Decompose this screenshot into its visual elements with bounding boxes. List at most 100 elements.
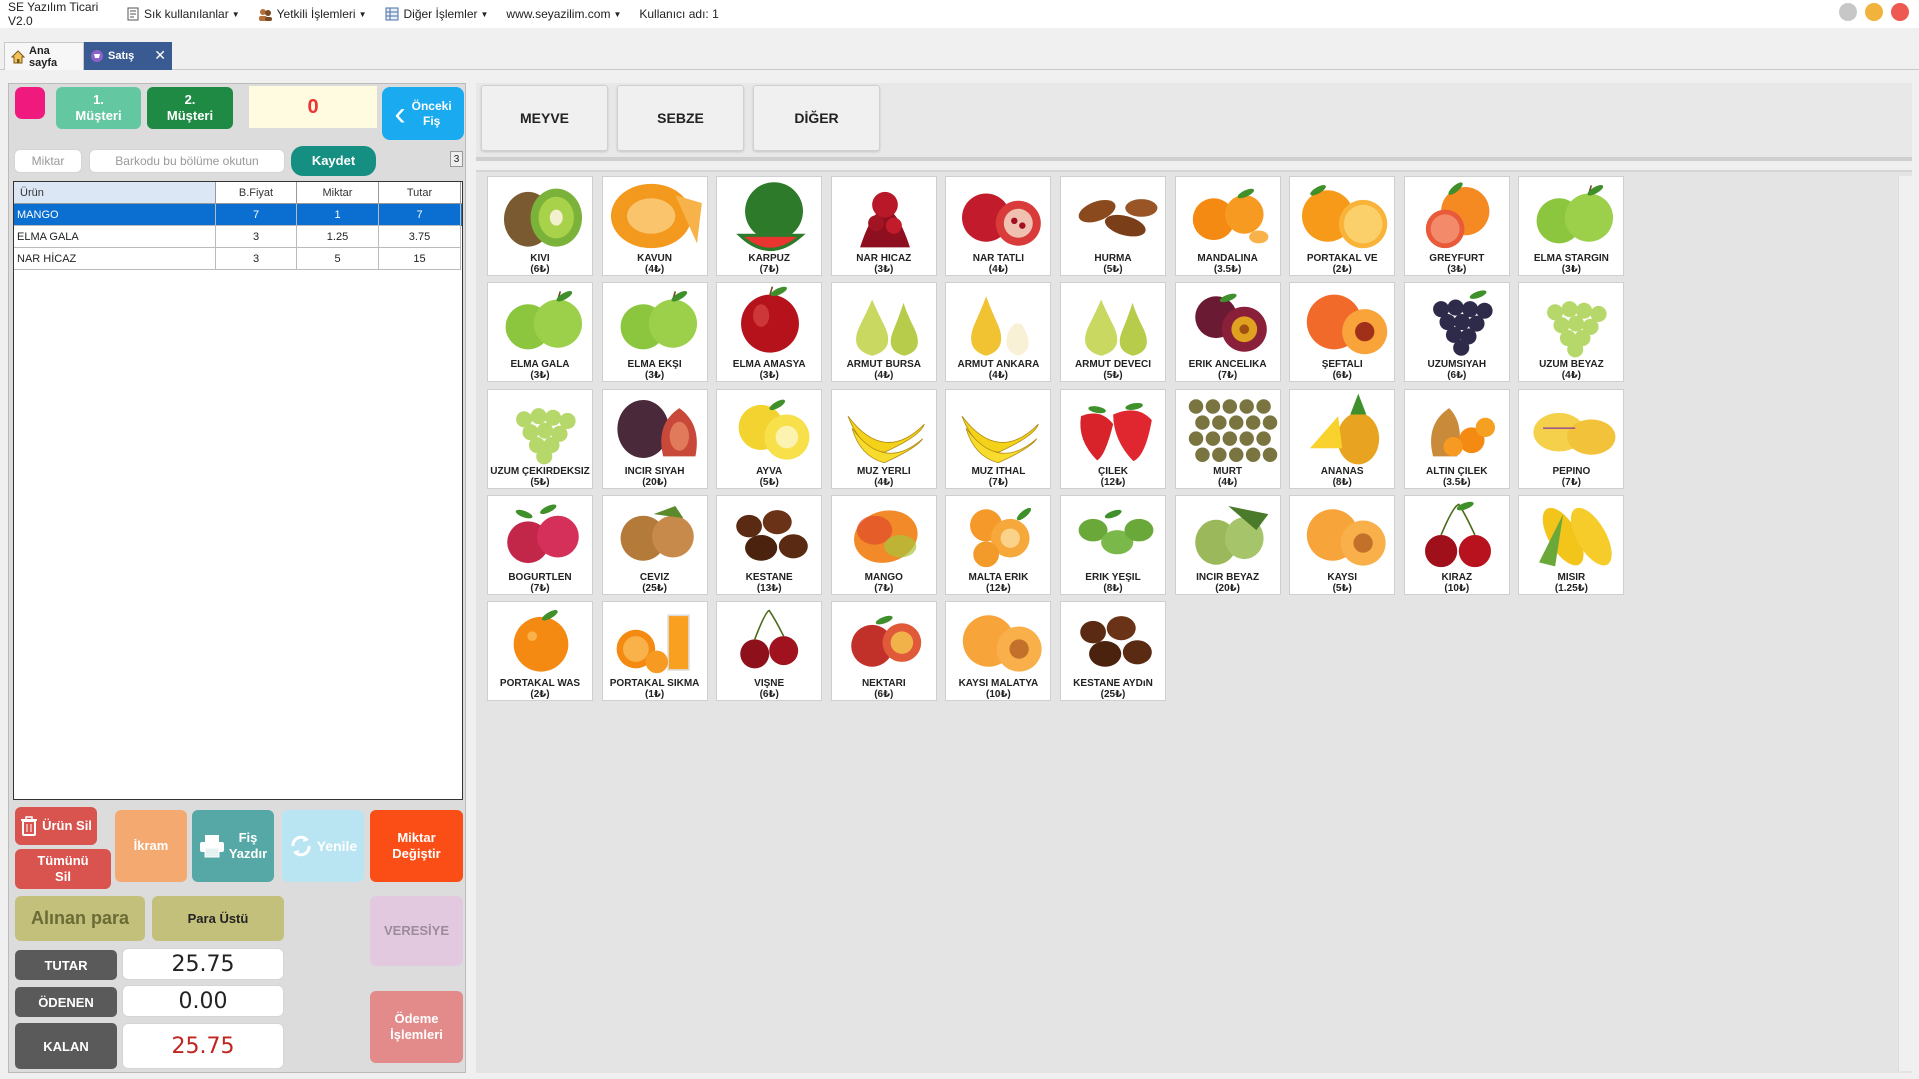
column-price[interactable]: B.Fiyat: [216, 182, 297, 203]
product-tile[interactable]: PEPINO (7₺): [1518, 388, 1625, 489]
product-tile[interactable]: MANGO (7₺): [830, 494, 937, 595]
product-tile[interactable]: KIVI (6₺): [487, 176, 593, 276]
color-marker[interactable]: [15, 87, 45, 119]
product-tile[interactable]: ELMA GALA (3₺): [487, 282, 593, 383]
credit-sale-button[interactable]: VERESİYE: [370, 896, 463, 966]
product-name: VIŞNE: [754, 678, 785, 690]
product-tile[interactable]: NEKTARI (6₺): [830, 601, 937, 702]
product-tile[interactable]: KAVUN (4₺): [601, 176, 708, 276]
product-tile[interactable]: ARMUT ANKARA (4₺): [945, 282, 1052, 383]
cell-total: 15: [379, 248, 461, 270]
product-tile[interactable]: INCIR BEYAZ (20₺): [1174, 494, 1281, 595]
customer-2-button[interactable]: 2. Müşteri: [147, 87, 233, 129]
walnut-icon: [605, 497, 707, 572]
product-tile[interactable]: ANANAS (8₺): [1289, 388, 1396, 489]
customer-1-button[interactable]: 1. Müşteri: [56, 87, 141, 129]
scrollbar[interactable]: [1898, 176, 1912, 1071]
minimize-button[interactable]: [1839, 3, 1857, 21]
product-tile[interactable]: ERIK ANCELIKA (7₺): [1174, 282, 1281, 383]
product-price: (3₺): [1561, 264, 1581, 275]
product-tile[interactable]: PORTAKAL WAS (2₺): [487, 601, 593, 702]
change-due-button[interactable]: Para Üstü: [152, 896, 284, 941]
product-tile[interactable]: MUZ ITHAL (7₺): [945, 388, 1052, 489]
category-vegetable[interactable]: SEBZE: [617, 85, 744, 151]
product-tile[interactable]: VIŞNE (6₺): [716, 601, 823, 702]
tab-home-label: Ana sayfa: [29, 44, 58, 69]
melon-icon: [605, 179, 707, 253]
green-apple-icon: [1521, 179, 1623, 253]
close-icon[interactable]: ✕: [154, 48, 166, 62]
product-tile[interactable]: UZUM ÇEKIRDEKSIZ (5₺): [487, 388, 593, 489]
close-button[interactable]: [1891, 3, 1909, 21]
category-other[interactable]: DİĞER: [753, 85, 880, 151]
product-tile[interactable]: UZUMSIYAH (6₺): [1403, 282, 1510, 383]
cell-price: 3: [216, 248, 297, 270]
barcode-input[interactable]: Barkodu bu bölüme okutun: [89, 149, 285, 173]
product-tile[interactable]: ELMA STARGIN (3₺): [1518, 176, 1625, 276]
column-total[interactable]: Tutar: [379, 182, 461, 203]
product-tile[interactable]: PORTAKAL SIKMA (1₺): [601, 601, 708, 702]
apricot-icon: [1292, 497, 1394, 572]
product-tile[interactable]: MANDALINA (3.5₺): [1174, 176, 1281, 276]
product-tile[interactable]: MISIR (1.25₺): [1518, 494, 1625, 595]
product-tile[interactable]: GREYFURT (3₺): [1403, 176, 1510, 276]
menu-website[interactable]: www.seyazilim.com ▼: [506, 7, 621, 21]
tab-home[interactable]: Ana sayfa: [4, 42, 84, 70]
product-tile[interactable]: KESTANE (13₺): [716, 494, 823, 595]
product-price: (1₺): [645, 689, 665, 701]
menu-authorized[interactable]: Yetkili İşlemleri ▼: [258, 7, 366, 22]
treat-button[interactable]: İkram: [115, 810, 187, 882]
menu-authorized-label: Yetkili İşlemleri: [276, 7, 356, 21]
product-tile[interactable]: KAYSI MALATYA (10₺): [945, 601, 1052, 702]
product-tile[interactable]: ŞEFTALI (6₺): [1289, 282, 1396, 383]
product-tile[interactable]: CEVIZ (25₺): [601, 494, 708, 595]
product-tile[interactable]: KIRAZ (10₺): [1403, 494, 1510, 595]
product-tile[interactable]: UZUM BEYAZ (4₺): [1518, 282, 1625, 383]
product-tile[interactable]: ERIK YEŞIL (8₺): [1060, 494, 1166, 595]
product-tile[interactable]: MURT (4₺): [1174, 388, 1281, 489]
product-tile[interactable]: NAR HICAZ (3₺): [830, 176, 937, 276]
pomegranate-icon: [948, 179, 1050, 253]
maximize-button[interactable]: [1865, 3, 1883, 21]
column-qty[interactable]: Miktar: [297, 182, 379, 203]
product-tile[interactable]: ALTIN ÇILEK (3.5₺): [1403, 388, 1510, 489]
product-tile[interactable]: MUZ YERLI (4₺): [830, 388, 937, 489]
payment-ops-label-1: Ödeme: [394, 1011, 439, 1027]
product-tile[interactable]: KESTANE AYDıN (25₺): [1060, 601, 1166, 702]
product-tile[interactable]: PORTAKAL VE (2₺): [1289, 176, 1396, 276]
save-button[interactable]: Kaydet: [291, 146, 376, 176]
delete-item-button[interactable]: Ürün Sil: [15, 807, 97, 845]
product-tile[interactable]: HURMA (5₺): [1060, 176, 1166, 276]
received-money-button[interactable]: Alınan para: [15, 896, 145, 941]
table-row[interactable]: ELMA GALA 3 1.25 3.75: [14, 226, 462, 248]
product-tile[interactable]: AYVA (5₺): [716, 388, 823, 489]
product-tile[interactable]: INCIR SIYAH (20₺): [601, 388, 708, 489]
product-tile[interactable]: ELMA EKŞI (3₺): [601, 282, 708, 383]
tab-sale[interactable]: Satış ✕: [84, 42, 172, 70]
column-product[interactable]: Ürün: [14, 182, 216, 203]
product-price: (12₺): [1100, 476, 1126, 488]
column-count-badge[interactable]: 3: [450, 151, 463, 167]
delete-all-button[interactable]: Tümünü Sil: [15, 849, 111, 889]
product-tile[interactable]: ARMUT DEVECI (5₺): [1060, 282, 1166, 383]
remaining-value: 25.75: [122, 1023, 284, 1069]
quantity-input[interactable]: Miktar: [14, 149, 82, 173]
menu-favorites[interactable]: Sık kullanılanlar ▼: [125, 7, 240, 22]
category-fruit[interactable]: MEYVE: [481, 85, 608, 151]
product-tile[interactable]: KAYSI (5₺): [1289, 494, 1396, 595]
product-tile[interactable]: BOGURTLEN (7₺): [487, 494, 593, 595]
change-quantity-button[interactable]: Miktar Değiştir: [370, 810, 463, 882]
product-tile[interactable]: ARMUT BURSA (4₺): [830, 282, 937, 383]
table-row[interactable]: NAR HİCAZ 3 5 15: [14, 248, 462, 270]
refresh-button[interactable]: Yenile: [282, 810, 364, 882]
product-tile[interactable]: KARPUZ (7₺): [716, 176, 823, 276]
menu-other[interactable]: Diğer İşlemler ▼: [384, 7, 488, 22]
product-tile[interactable]: ELMA AMASYA (3₺): [716, 282, 823, 383]
product-tile[interactable]: ÇILEK (12₺): [1060, 388, 1166, 489]
previous-receipt-button[interactable]: ‹ Önceki Fiş: [382, 87, 464, 140]
product-tile[interactable]: MALTA ERIK (12₺): [945, 494, 1052, 595]
table-row[interactable]: MANGO 7 1 7: [14, 204, 462, 226]
print-receipt-button[interactable]: Fiş Yazdır: [192, 810, 274, 882]
product-tile[interactable]: NAR TATLI (4₺): [945, 176, 1052, 276]
payment-operations-button[interactable]: Ödeme İşlemleri: [370, 991, 463, 1063]
